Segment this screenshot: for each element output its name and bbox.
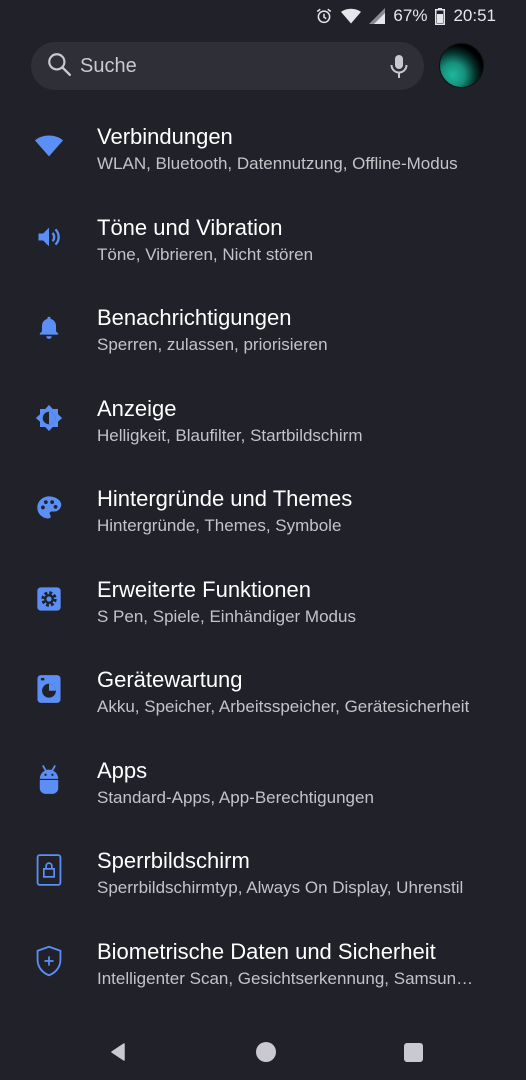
avatar[interactable]	[439, 43, 484, 88]
settings-item-geraetewartung[interactable]: Gerätewartung Akku, Speicher, Arbeitsspe…	[0, 648, 526, 739]
item-title: Sperrbildschirm	[97, 848, 250, 873]
settings-item-toene[interactable]: Töne und Vibration Töne, Vibrieren, Nich…	[0, 196, 526, 287]
item-subtitle: Helligkeit, Blaufilter, Startbildschirm	[97, 425, 363, 445]
item-subtitle: Standard-Apps, App-Berechtigungen	[97, 787, 374, 807]
item-subtitle: WLAN, Bluetooth, Datennutzung, Offline-M…	[97, 154, 458, 173]
item-title: Apps	[97, 757, 148, 783]
item-title: Verbindungen	[97, 124, 233, 149]
alarm-icon	[315, 7, 333, 25]
navigation-bar	[0, 1022, 526, 1080]
palette-icon	[34, 493, 64, 523]
item-subtitle: Akku, Speicher, Arbeitsspeicher, Gerätes…	[97, 697, 470, 716]
item-subtitle: Intelligenter Scan, Gesichtserkennung, S…	[97, 968, 474, 988]
battery-icon	[435, 7, 446, 25]
lock-icon	[34, 854, 64, 886]
item-title: Gerätewartung	[97, 667, 243, 692]
recents-icon[interactable]	[401, 1040, 425, 1064]
item-title: Benachrichtigungen	[97, 305, 292, 330]
search-icon	[46, 51, 72, 82]
status-bar: 67% 20:51	[0, 0, 526, 32]
shield-icon	[34, 945, 64, 976]
settings-screen: 67% 20:51 Suche Verbindungen WLAN, Bluet…	[0, 0, 526, 1080]
android-icon	[34, 764, 64, 795]
gear-icon	[34, 584, 64, 614]
battery-percent: 67%	[393, 6, 428, 25]
settings-item-sperrbildschirm[interactable]: Sperrbildschirm Sperrbildschirmtyp, Alwa…	[0, 829, 526, 920]
bell-icon	[34, 312, 64, 342]
search-input[interactable]: Suche	[80, 55, 137, 78]
item-title: Biometrische Daten und Sicherheit	[97, 938, 436, 964]
device-care-icon	[34, 674, 64, 704]
item-subtitle: S Pen, Spiele, Einhändiger Modus	[97, 606, 356, 626]
settings-item-anzeige[interactable]: Anzeige Helligkeit, Blaufilter, Startbil…	[0, 377, 526, 468]
item-subtitle: Töne, Vibrieren, Nicht stören	[97, 244, 314, 264]
signal-icon	[369, 8, 386, 24]
settings-item-verbindungen[interactable]: Verbindungen WLAN, Bluetooth, Datennutzu…	[0, 105, 526, 196]
wifi-icon	[34, 131, 64, 161]
item-title: Hintergründe und Themes	[97, 486, 353, 511]
settings-item-apps[interactable]: Apps Standard-Apps, App-Berechtigungen	[0, 739, 526, 830]
settings-list: Verbindungen WLAN, Bluetooth, Datennutzu…	[0, 105, 526, 1010]
item-subtitle: Sperrbildschirmtyp, Always On Display, U…	[97, 878, 464, 897]
mic-icon[interactable]	[389, 54, 409, 85]
wifi-icon	[341, 8, 362, 24]
search-row: Suche	[31, 42, 501, 92]
item-title: Anzeige	[97, 395, 177, 421]
clock: 20:51	[453, 6, 496, 25]
item-subtitle: Hintergründe, Themes, Symbole	[97, 516, 342, 535]
brightness-icon	[34, 403, 64, 433]
back-icon[interactable]	[106, 1040, 130, 1064]
settings-item-erweiterte-funktionen[interactable]: Erweiterte Funktionen S Pen, Spiele, Ein…	[0, 558, 526, 649]
settings-item-biometrie[interactable]: Biometrische Daten und Sicherheit Intell…	[0, 920, 526, 1011]
search-bar[interactable]: Suche	[31, 42, 424, 90]
item-title: Erweiterte Funktionen	[97, 576, 311, 602]
home-icon[interactable]	[254, 1040, 278, 1064]
item-subtitle: Sperren, zulassen, priorisieren	[97, 335, 328, 354]
settings-item-benachrichtigungen[interactable]: Benachrichtigungen Sperren, zulassen, pr…	[0, 286, 526, 377]
item-title: Töne und Vibration	[97, 214, 283, 240]
speaker-icon	[34, 222, 64, 252]
settings-item-hintergruende[interactable]: Hintergründe und Themes Hintergründe, Th…	[0, 467, 526, 558]
